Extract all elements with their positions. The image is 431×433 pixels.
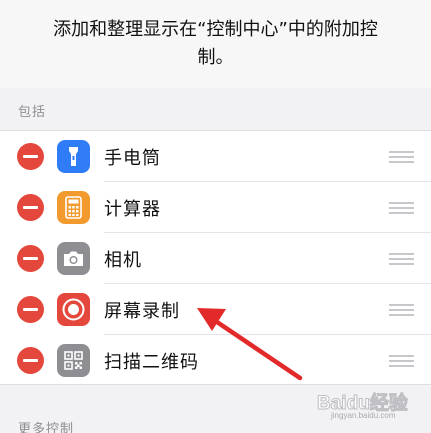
calculator-icon	[57, 191, 90, 224]
remove-button[interactable]	[17, 245, 44, 272]
reorder-handle[interactable]	[389, 304, 414, 316]
list-item-scan-qr: 扫描二维码	[0, 335, 431, 386]
list-item-calculator: 计算器	[0, 182, 431, 233]
remove-button[interactable]	[17, 347, 44, 374]
watermark-sub: jingyan.baidu.com	[331, 411, 396, 420]
list-item-label: 手电筒	[104, 148, 161, 169]
section-header-included: 包括	[18, 105, 47, 120]
list-item-flashlight: 手电筒	[0, 131, 431, 182]
list-item-screen-recording: 屏幕录制	[0, 284, 431, 335]
included-controls-list: 手电筒 计算器 相机 屏幕录制 扫描二维码	[0, 130, 431, 385]
list-item-label: 屏幕录制	[104, 301, 180, 322]
section-header-more: 更多控制	[18, 422, 75, 433]
remove-button[interactable]	[17, 194, 44, 221]
screen-record-icon	[57, 293, 90, 326]
reorder-handle[interactable]	[389, 202, 414, 214]
remove-button[interactable]	[17, 296, 44, 323]
remove-button[interactable]	[17, 143, 44, 170]
reorder-handle[interactable]	[389, 151, 414, 163]
camera-icon	[57, 242, 90, 275]
description-text: 添加和整理显示在“控制中心”中的附加控制。	[0, 0, 431, 88]
qr-code-icon	[57, 344, 90, 377]
list-item-camera: 相机	[0, 233, 431, 284]
control-center-settings: 添加和整理显示在“控制中心”中的附加控制。 包括 手电筒 计算器 相机 屏幕录制…	[0, 0, 431, 433]
reorder-handle[interactable]	[389, 253, 414, 265]
list-item-label: 扫描二维码	[104, 352, 199, 373]
flashlight-icon	[57, 140, 90, 173]
watermark-logo: Baidu经验 jingyan.baidu.com	[317, 388, 427, 421]
list-item-label: 相机	[104, 250, 142, 271]
list-item-label: 计算器	[104, 199, 161, 220]
reorder-handle[interactable]	[389, 355, 414, 367]
